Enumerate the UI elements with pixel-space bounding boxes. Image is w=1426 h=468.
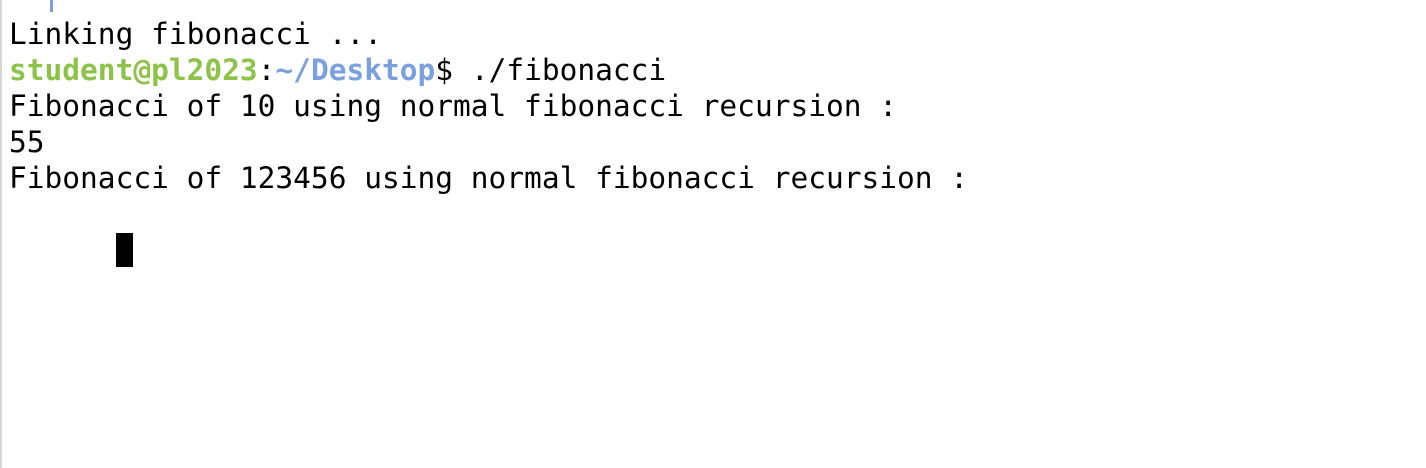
prompt-command: ./fibonacci xyxy=(470,53,667,87)
terminal-output: Linking fibonacci ... student@pl2023:~/D… xyxy=(9,16,1426,267)
prompt-user-host: student@pl2023 xyxy=(9,53,258,87)
block-cursor-icon xyxy=(115,232,133,267)
prompt-path: ~/Desktop xyxy=(275,53,436,87)
output-line-fib-10-header: Fibonacci of 10 using normal fibonacci r… xyxy=(9,89,898,123)
prompt-line: student@pl2023:~/Desktop$ ./fibonacci xyxy=(9,52,1426,88)
cursor-line[interactable] xyxy=(9,196,1426,267)
prompt-symbol: $ xyxy=(435,53,471,87)
scroll-indicator xyxy=(50,0,53,12)
terminal-window[interactable]: Linking fibonacci ... student@pl2023:~/D… xyxy=(0,0,1426,468)
output-line-linking: Linking fibonacci ... xyxy=(9,17,382,51)
output-line-fib-123456-header: Fibonacci of 123456 using normal fibonac… xyxy=(9,161,969,195)
output-line-fib-10-result: 55 xyxy=(9,125,45,159)
prompt-colon: : xyxy=(257,53,276,87)
